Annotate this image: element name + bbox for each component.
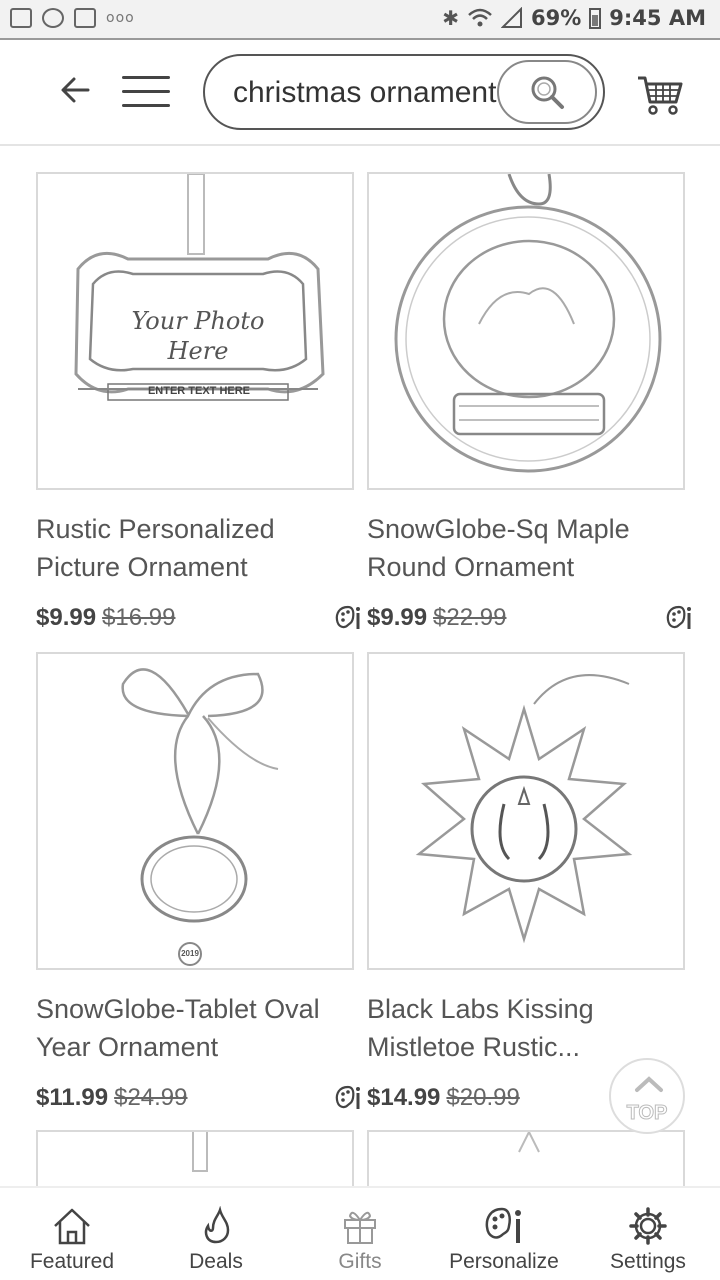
nav-label: Deals [189, 1250, 243, 1273]
gear-icon [629, 1207, 667, 1245]
search-bar[interactable]: christmas ornament [203, 54, 605, 130]
year-tag-text: 2019 [181, 949, 199, 958]
price-row: $9.99 $22.99 [367, 598, 691, 638]
original-price: $16.99 [102, 604, 176, 631]
product-card[interactable]: 2019 SnowGlobe-Tablet Oval Year Ornament… [36, 652, 360, 1118]
search-icon [531, 76, 564, 109]
cart-icon[interactable] [636, 72, 684, 116]
gift-icon [344, 1211, 376, 1244]
back-arrow-icon[interactable] [56, 70, 96, 110]
nav-gifts[interactable]: Gifts [288, 1188, 432, 1280]
nav-label: Gifts [338, 1250, 382, 1273]
nav-featured[interactable]: Featured [0, 1188, 144, 1280]
personalize-icon [335, 1085, 360, 1109]
product-title[interactable]: SnowGlobe-Sq Maple Round Ornament [367, 510, 685, 586]
battery-icon [589, 8, 602, 29]
product-card-partial[interactable] [36, 1130, 354, 1186]
wifi-icon [468, 8, 492, 27]
palette-icon [485, 1207, 521, 1243]
bluetooth-icon: ✱ [442, 6, 460, 30]
image-icon [10, 8, 32, 28]
clock: 9:45 AM [609, 6, 706, 30]
price-row: $11.99 $24.99 [36, 1078, 360, 1118]
product-image[interactable]: 2019 [36, 652, 354, 970]
product-card-partial[interactable] [367, 1129, 685, 1186]
battery-percent: 69% [531, 6, 582, 30]
signal-icon [501, 7, 523, 28]
product-card[interactable]: Black Labs Kissing Mistletoe Rustic... $… [367, 652, 685, 1118]
hamburger-menu-icon[interactable] [122, 76, 170, 110]
search-input[interactable]: christmas ornament [233, 76, 498, 110]
nav-label: Personalize [449, 1250, 559, 1273]
product-title[interactable]: Rustic Personalized Picture Ornament [36, 510, 354, 586]
nav-label: Featured [29, 1250, 115, 1273]
sale-price: $14.99 [367, 1084, 441, 1111]
app-header: christmas ornament [0, 42, 720, 144]
product-card[interactable]: Your Photo Here ENTER TEXT HERE Rustic P… [36, 172, 360, 638]
product-card[interactable]: SnowGlobe-Sq Maple Round Ornament $9.99 … [367, 172, 691, 638]
flame-icon [204, 1206, 230, 1244]
product-title[interactable]: SnowGlobe-Tablet Oval Year Ornament [36, 990, 354, 1066]
personalize-icon [666, 605, 691, 629]
sale-price: $9.99 [367, 604, 428, 631]
nav-deals[interactable]: Deals [144, 1188, 288, 1280]
search-button[interactable] [497, 60, 597, 124]
nav-settings[interactable]: Settings [576, 1188, 720, 1280]
status-bar: ooo ✱ 69% 9:45 AM [0, 0, 720, 40]
home-icon [54, 1208, 90, 1245]
overflow-dots: ooo [106, 10, 135, 26]
nav-label: Settings [610, 1250, 686, 1273]
sale-price: $9.99 [36, 604, 97, 631]
top-label: TOP [626, 1102, 668, 1125]
product-grid: Your Photo Here ENTER TEXT HERE Rustic P… [0, 146, 720, 1186]
nav-personalize[interactable]: Personalize [432, 1188, 576, 1280]
system-status: ✱ 69% 9:45 AM [442, 6, 706, 30]
product-image[interactable] [367, 172, 685, 490]
original-price: $24.99 [114, 1084, 188, 1111]
product-image[interactable]: Your Photo Here ENTER TEXT HERE [36, 172, 354, 490]
scroll-to-top-button[interactable]: TOP [609, 1058, 685, 1134]
original-price: $20.99 [446, 1084, 520, 1111]
personalize-icon [335, 605, 360, 629]
t-mobile-icon [74, 8, 96, 28]
notification-icons: ooo [10, 8, 135, 28]
pinwheel-icon [42, 8, 64, 28]
original-price: $22.99 [433, 604, 507, 631]
product-title[interactable]: Black Labs Kissing Mistletoe Rustic... [367, 990, 685, 1066]
price-row: $9.99 $16.99 [36, 598, 360, 638]
chevron-up-icon [635, 1076, 663, 1092]
photo-placeholder-text: Your Photo Here [131, 307, 265, 365]
banner-text: ENTER TEXT HERE [147, 385, 251, 397]
product-image[interactable] [367, 652, 685, 970]
bottom-navigation: Featured Deals Gifts Personalize Setting… [0, 1186, 720, 1280]
sale-price: $11.99 [36, 1084, 109, 1111]
